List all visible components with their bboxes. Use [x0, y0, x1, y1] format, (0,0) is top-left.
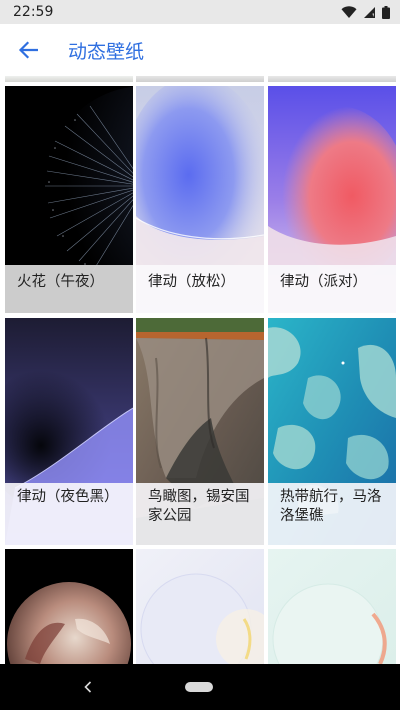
arrow-back-icon: [18, 41, 38, 59]
wallpaper-label: 律动（夜色黑）: [5, 483, 133, 545]
wallpaper-tile-reef[interactable]: 热带航行，马洛洛堡礁: [268, 318, 396, 545]
partial-tile-top[interactable]: [136, 76, 264, 82]
partial-tile-top[interactable]: [268, 76, 396, 82]
nav-back-button[interactable]: [78, 676, 98, 698]
wifi-icon: [341, 5, 357, 18]
status-time: 22:59: [13, 4, 54, 20]
wallpaper-tile-sparks[interactable]: 火花（午夜）: [5, 86, 133, 313]
back-button[interactable]: [2, 24, 54, 76]
wallpaper-tile-pluto[interactable]: [5, 549, 133, 664]
wallpaper-tile-pulse-party[interactable]: 律动（派对）: [268, 86, 396, 313]
battery-icon: [382, 5, 390, 19]
wallpaper-label: 律动（放松）: [136, 265, 264, 313]
wallpaper-preview: [268, 549, 396, 664]
cell-signal-icon: [364, 6, 375, 18]
wallpaper-tile-abstract-2[interactable]: [268, 549, 396, 664]
navigation-bar: [0, 664, 400, 710]
status-bar: 22:59: [0, 0, 400, 24]
wallpaper-label: 律动（派对）: [268, 265, 396, 313]
wallpaper-grid: 火花（午夜） 律动（放松） 律动（派对） 律动（夜色黑） 鸟瞰图，锡安国家公园 …: [0, 76, 400, 664]
partial-tile-top[interactable]: [5, 76, 133, 82]
wallpaper-tile-zion[interactable]: 鸟瞰图，锡安国家公园: [136, 318, 264, 545]
nav-home-button[interactable]: [185, 682, 213, 692]
page-title: 动态壁纸: [68, 40, 145, 63]
wallpaper-preview: [136, 549, 264, 664]
status-icons: [341, 5, 390, 19]
wallpaper-tile-pulse-night[interactable]: 律动（夜色黑）: [5, 318, 133, 545]
wallpaper-tile-pulse-relax[interactable]: 律动（放松）: [136, 86, 264, 313]
wallpaper-preview: [5, 549, 133, 664]
app-bar: 动态壁纸: [0, 24, 400, 76]
wallpaper-label: 火花（午夜）: [5, 265, 133, 313]
wallpaper-label: 鸟瞰图，锡安国家公园: [136, 483, 264, 545]
chevron-left-icon: [84, 681, 92, 693]
wallpaper-tile-abstract-1[interactable]: [136, 549, 264, 664]
wallpaper-label: 热带航行，马洛洛堡礁: [268, 483, 396, 545]
